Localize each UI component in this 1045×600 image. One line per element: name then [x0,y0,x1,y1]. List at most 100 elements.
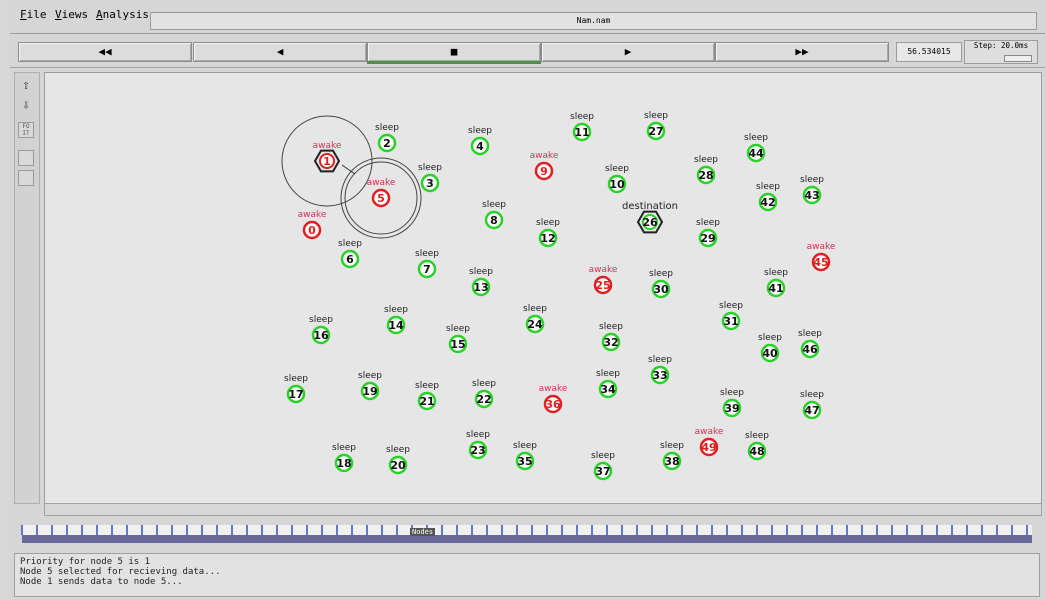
node-label-14: sleep [384,305,408,315]
node-label-4: sleep [468,126,492,136]
node-id-24: 24 [527,318,543,331]
node-id-25: 25 [595,279,610,292]
node-label-45: awake [807,242,836,252]
divider [10,33,1045,34]
node-label-30: sleep [649,269,673,279]
node-label-13: sleep [469,267,493,277]
node-id-46: 46 [802,343,818,356]
window-title: Nam.nam [150,12,1037,30]
node-id-44: 44 [748,147,764,160]
node-label-17: sleep [284,374,308,384]
node-id-39: 39 [724,402,739,415]
horizontal-scrollbar[interactable] [44,503,1042,516]
fit-button[interactable]: FO IT [18,122,34,138]
node-id-22: 22 [476,393,491,406]
node-label-18: sleep [332,443,356,453]
node-id-8: 8 [490,214,498,227]
node-label-33: sleep [648,355,672,365]
node-id-41: 41 [768,282,783,295]
play-button[interactable]: ▶ [541,42,715,62]
node-label-7: sleep [415,249,439,259]
node-label-42: sleep [756,182,780,192]
timeline[interactable] [14,522,1043,547]
node-label-44: sleep [744,133,768,143]
node-label-47: sleep [800,390,824,400]
node-label-23: sleep [466,430,490,440]
node-id-43: 43 [804,189,819,202]
fast-forward-icon: ▶▶ [795,45,809,58]
timeline-label: Nodes [410,528,436,536]
node-id-5: 5 [377,192,385,205]
node-label-6: sleep [338,239,362,249]
node-label-1: awake [313,141,342,151]
node-id-14: 14 [388,319,404,332]
current-time: 56.534015 [896,42,962,62]
node-label-35: sleep [513,441,537,451]
node-label-9: awake [530,151,559,161]
node-id-6: 6 [346,253,354,266]
node-label-32: sleep [599,322,623,332]
timeline-graph [21,525,1043,543]
tool-button[interactable] [18,170,34,186]
menu-views[interactable]: Views [55,8,88,21]
node-id-18: 18 [336,457,351,470]
node-label-22: sleep [472,379,496,389]
rewind-icon: ◀◀ [98,45,112,58]
node-id-23: 23 [470,444,485,457]
node-id-21: 21 [419,395,434,408]
node-label-24: sleep [523,304,547,314]
node-id-13: 13 [473,281,488,294]
menu-analysis[interactable]: Analysis [96,8,149,21]
network-canvas[interactable]: 0 awake 1 awake 2 sleep 3 sleep 4 sleep 5 awake 6 sle… [44,72,1042,504]
step-label: Step: 20.0ms [973,41,1029,50]
node-id-10: 10 [609,178,625,191]
node-id-15: 15 [450,338,465,351]
node-label-12: sleep [536,218,560,228]
step-back-button[interactable]: ◀ [193,42,367,62]
play-icon: ▶ [624,45,632,58]
stop-button[interactable]: ■ [367,42,541,62]
node-label-25: awake [589,265,618,275]
node-id-4: 4 [476,140,484,153]
node-label-26: destination [622,201,678,212]
node-id-9: 9 [540,165,548,178]
node-label-11: sleep [570,112,594,122]
node-label-28: sleep [694,155,718,165]
node-id-27: 27 [648,125,663,138]
node-id-49: 49 [701,441,716,454]
zoom-in-icon[interactable]: ⇧ [18,78,34,94]
zoom-out-icon[interactable]: ⇩ [18,98,34,114]
node-id-20: 20 [390,459,406,472]
node-id-45: 45 [813,256,828,269]
rewind-button[interactable]: ◀◀ [18,42,192,62]
node-label-49: awake [695,427,724,437]
node-label-0: awake [298,210,327,220]
node-label-36: awake [539,384,568,394]
node-label-46: sleep [798,329,822,339]
node-label-48: sleep [745,431,769,441]
node-label-40: sleep [758,333,782,343]
step-slider[interactable] [1004,55,1032,62]
node-id-11: 11 [574,126,589,139]
node-id-33: 33 [652,369,667,382]
tool-button[interactable] [18,150,34,166]
menu-file[interactable]: File [20,8,47,21]
node-label-10: sleep [605,164,629,174]
node-id-36: 36 [545,398,561,411]
divider [10,67,1045,68]
stop-icon: ■ [450,45,458,58]
node-label-16: sleep [309,315,333,325]
log-line: Node 1 sends data to node 5... [20,577,183,587]
node-label-39: sleep [720,388,744,398]
node-id-3: 3 [426,177,434,190]
node-id-26: 26 [642,216,658,229]
node-id-29: 29 [700,232,715,245]
log-line: Priority for node 5 is 1 [20,557,151,567]
node-id-32: 32 [603,336,618,349]
node-id-48: 48 [749,445,764,458]
node-label-37: sleep [591,451,615,461]
play-backward-icon: ◀ [276,45,284,58]
node-label-38: sleep [660,441,684,451]
fast-forward-button[interactable]: ▶▶ [715,42,889,62]
node-id-47: 47 [804,404,819,417]
